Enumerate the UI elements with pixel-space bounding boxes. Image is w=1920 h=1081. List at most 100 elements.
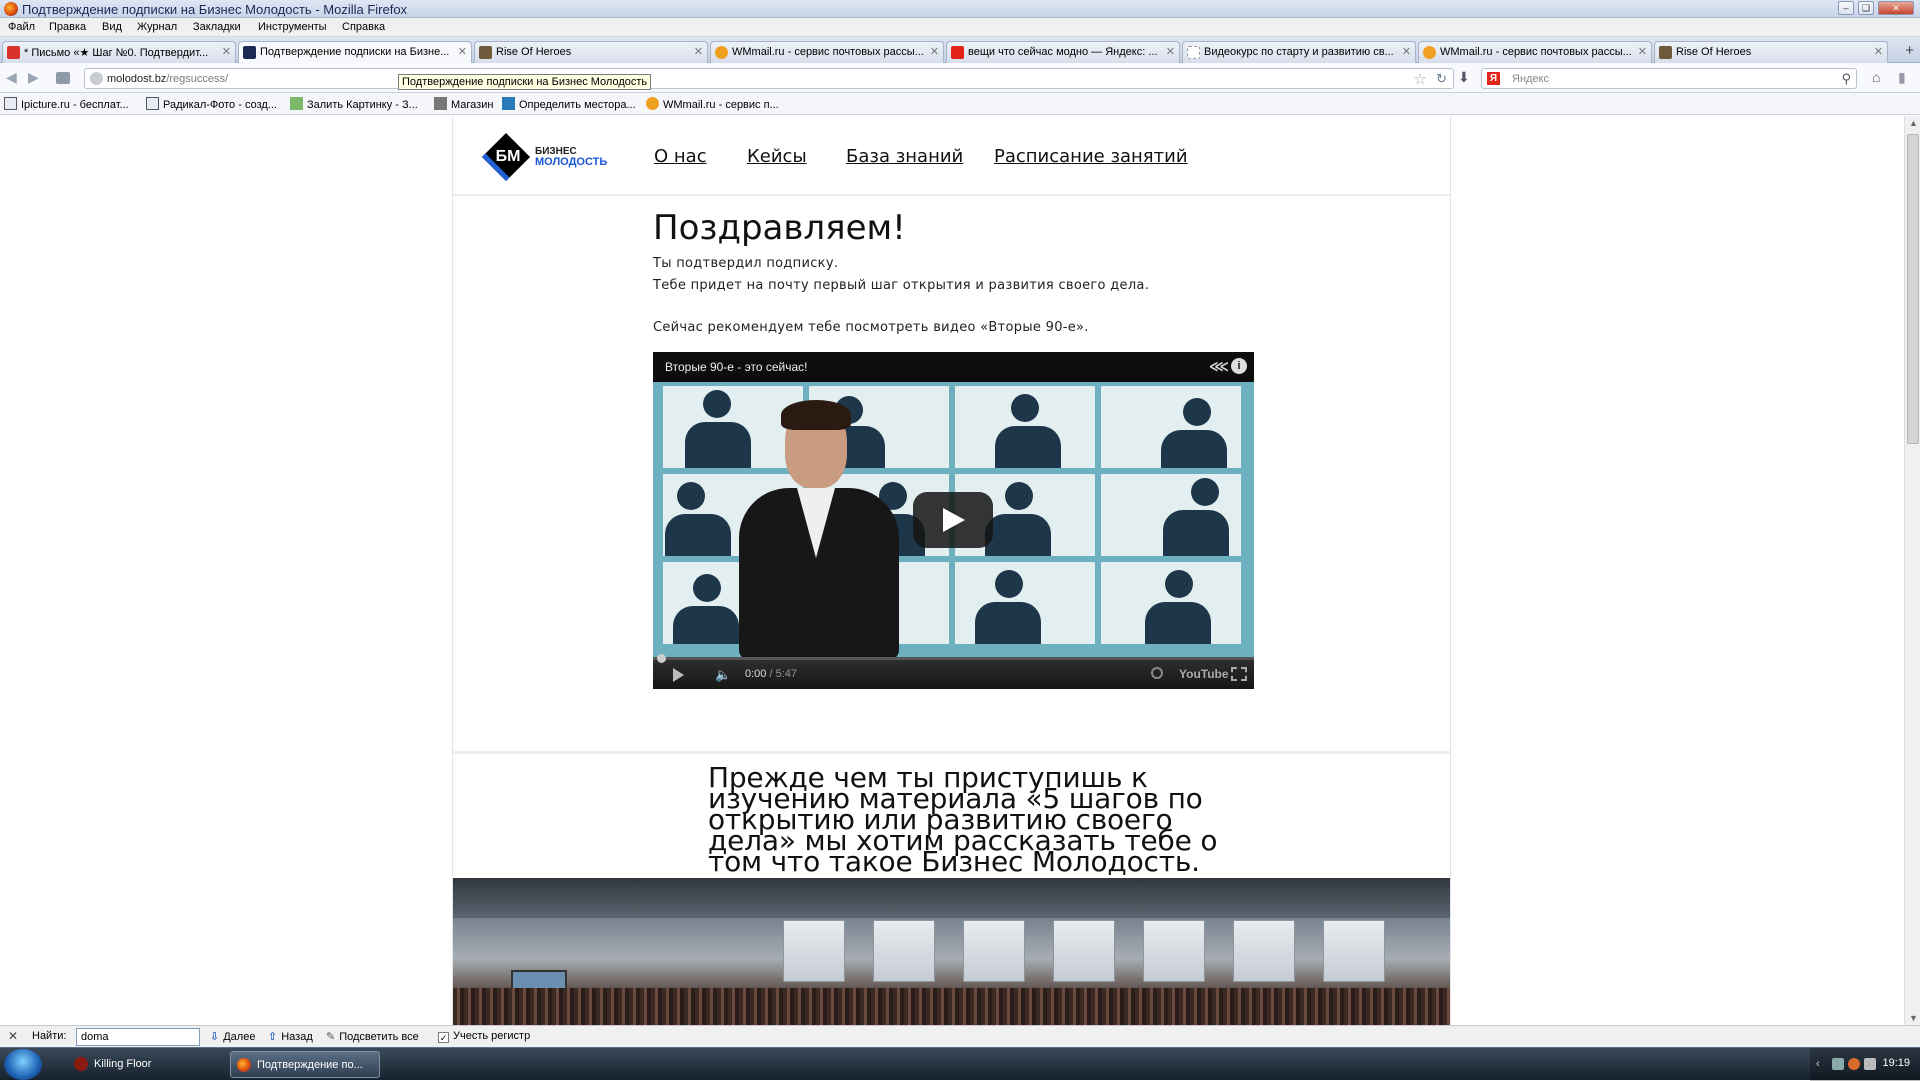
menu-view[interactable]: Вид xyxy=(102,21,122,33)
promo-text: Прежде чем ты приступишь к изучению мате… xyxy=(708,761,1218,878)
search-magnifier-icon[interactable]: ⚲ xyxy=(1841,71,1851,87)
confirm-text: Ты подтвердил подписку. xyxy=(653,256,839,271)
site-logo[interactable]: БМ БИЗНЕС МОЛОДОСТЬ xyxy=(481,132,633,186)
panorama-icon[interactable] xyxy=(56,72,70,84)
taskbar-killing-floor[interactable]: Killing Floor xyxy=(68,1051,228,1078)
search-bar[interactable]: Я Яндекс ⚲ xyxy=(1481,68,1857,89)
tab-close-icon[interactable]: ✕ xyxy=(1166,45,1175,58)
yandex-engine-icon[interactable]: Я xyxy=(1487,72,1500,85)
close-icon[interactable]: ✕ xyxy=(1878,1,1914,15)
bookmark-star-icon[interactable]: ☆ xyxy=(1414,70,1427,88)
silhouette-tile xyxy=(1101,386,1241,468)
find-input[interactable] xyxy=(76,1028,200,1046)
search-input[interactable]: Яндекс xyxy=(1512,73,1549,85)
nav-schedule[interactable]: Расписание занятий xyxy=(994,146,1188,167)
youtube-logo[interactable]: YouTube xyxy=(1179,667,1229,681)
bookmark-ip[interactable]: Определить местора... xyxy=(502,97,636,111)
scroll-up-icon[interactable]: ▲ xyxy=(1909,118,1918,128)
nav-knowledge-base[interactable]: База знаний xyxy=(846,146,963,167)
url-text[interactable]: molodost.bz/regsuccess/ xyxy=(107,73,228,85)
nav-about[interactable]: О нас xyxy=(654,146,707,167)
tab-close-icon[interactable]: ✕ xyxy=(222,45,231,58)
task-label: Killing Floor xyxy=(94,1058,152,1070)
bookmark-wmmail[interactable]: WMmail.ru - сервис п... xyxy=(646,97,779,111)
tab-close-icon[interactable]: ✕ xyxy=(930,45,939,58)
highlight-all-button[interactable]: ✎ Подсветить все xyxy=(326,1030,419,1043)
new-tab-icon[interactable]: + xyxy=(1905,42,1914,59)
menu-bookmarks[interactable]: Закладки xyxy=(193,21,241,33)
url-bar[interactable]: molodost.bz/regsuccess/ ☆ ↻ xyxy=(84,68,1454,89)
tab-rise-of-heroes-2[interactable]: Rise Of Heroes ✕ xyxy=(1654,41,1888,63)
bookmark-zalit[interactable]: Залить Картинку - З... xyxy=(290,97,418,111)
wmmail-icon xyxy=(1423,46,1436,59)
fullscreen-icon[interactable] xyxy=(1231,667,1247,681)
network-icon[interactable] xyxy=(1832,1058,1844,1070)
vertical-scrollbar[interactable]: ▲ ▼ xyxy=(1904,116,1920,1025)
progress-scrubber[interactable] xyxy=(657,654,666,663)
nav-cases[interactable]: Кейсы xyxy=(747,146,807,167)
menu-edit[interactable]: Правка xyxy=(49,21,86,33)
tray-app-icon[interactable] xyxy=(1848,1058,1860,1070)
tab-mail[interactable]: * Письмо «★ Шаг №0. Подтвердит... ✕ xyxy=(2,41,236,63)
control-play-icon[interactable] xyxy=(673,668,684,682)
bookmark-label: Определить местора... xyxy=(519,99,636,111)
site-identity-icon[interactable] xyxy=(90,72,103,85)
tab-rise-of-heroes[interactable]: Rise Of Heroes ✕ xyxy=(474,41,708,63)
play-icon xyxy=(943,508,965,532)
silhouette-tile xyxy=(955,386,1095,468)
tray-expand-icon[interactable]: ‹ xyxy=(1816,1058,1828,1070)
share-icon[interactable]: ⋘ xyxy=(1209,358,1229,374)
start-button[interactable] xyxy=(4,1049,42,1080)
play-button[interactable] xyxy=(913,492,993,548)
checkbox-icon: ✓ xyxy=(438,1032,449,1043)
menu-help[interactable]: Справка xyxy=(342,21,385,33)
match-case-checkbox[interactable]: ✓ Учесть регистр xyxy=(438,1030,530,1043)
tab-close-icon[interactable]: ✕ xyxy=(1874,45,1883,58)
maximize-icon[interactable]: ❑ xyxy=(1858,1,1874,15)
reload-icon[interactable]: ↻ xyxy=(1436,71,1447,87)
tab-close-icon[interactable]: ✕ xyxy=(458,45,467,58)
volume-icon[interactable]: 🔈 xyxy=(715,667,731,683)
video-progress-bar[interactable] xyxy=(653,657,1254,660)
tab-yandex[interactable]: вещи что сейчас модно — Яндекс: ... ✕ xyxy=(946,41,1180,63)
video-title[interactable]: Вторые 90-е - это сейчас! xyxy=(665,360,808,374)
menu-file[interactable]: Файл xyxy=(8,21,35,33)
find-next-button[interactable]: ⇩ Далее xyxy=(210,1030,255,1043)
tab-bm-confirm[interactable]: Подтверждение подписки на Бизне... ✕ xyxy=(238,41,472,64)
watch-later-icon[interactable] xyxy=(1151,667,1163,679)
tab-wmmail[interactable]: WMmail.ru - сервис почтовых рассы... ✕ xyxy=(710,41,944,63)
tab-close-icon[interactable]: ✕ xyxy=(1638,45,1647,58)
minimize-icon[interactable]: – xyxy=(1838,1,1854,15)
tab-tooltip: Подтверждение подписки на Бизнес Молодос… xyxy=(398,74,652,90)
first-step-text: Тебе придет на почту первый шаг открытия… xyxy=(653,278,1150,293)
forward-arrow-icon[interactable]: ▶ xyxy=(28,69,39,86)
bookmark-ipicture[interactable]: Ipicture.ru - бесплат... xyxy=(4,97,129,111)
scroll-down-icon[interactable]: ▼ xyxy=(1909,1013,1918,1023)
find-close-icon[interactable]: ✕ xyxy=(8,1029,18,1043)
menu-bar: Файл Правка Вид Журнал Закладки Инструме… xyxy=(0,18,1920,37)
tab-videocourse[interactable]: Видеокурс по старту и развитию св... ✕ xyxy=(1182,41,1416,63)
yandex-icon xyxy=(951,46,964,59)
url-path: /regsuccess/ xyxy=(166,73,229,85)
tab-close-icon[interactable]: ✕ xyxy=(1402,45,1411,58)
info-icon[interactable]: i xyxy=(1231,358,1247,374)
back-arrow-icon[interactable]: ◀ xyxy=(6,69,17,86)
menu-history[interactable]: Журнал xyxy=(137,21,177,33)
bookmark-radikal[interactable]: Радикал-Фото - созд... xyxy=(146,97,277,111)
find-prev-button[interactable]: ⇧ Назад xyxy=(268,1030,313,1043)
tab-label: вещи что сейчас модно — Яндекс: ... xyxy=(968,46,1158,58)
killing-floor-icon xyxy=(74,1057,88,1071)
tab-close-icon[interactable]: ✕ xyxy=(694,45,703,58)
home-icon[interactable]: ⌂ xyxy=(1872,69,1880,85)
volume-tray-icon[interactable] xyxy=(1864,1058,1876,1070)
signal-bars-icon[interactable]: ▮ xyxy=(1898,69,1906,86)
bookmark-shop[interactable]: Магазин xyxy=(434,97,493,111)
scrollbar-thumb[interactable] xyxy=(1907,134,1919,444)
menu-tools[interactable]: Инструменты xyxy=(258,21,327,33)
logo-word-youth: МОЛОДОСТЬ xyxy=(535,156,608,168)
taskbar-clock[interactable]: 19:19 xyxy=(1882,1057,1910,1069)
download-arrow-icon[interactable]: ⬇ xyxy=(1458,69,1470,86)
youtube-video-player[interactable]: Вторые 90-е - это сейчас! ⋘ i 🔈 0:00 / 5… xyxy=(653,352,1254,689)
taskbar-firefox[interactable]: Подтверждение по... xyxy=(230,1051,380,1078)
tab-wmmail-2[interactable]: WMmail.ru - сервис почтовых рассы... ✕ xyxy=(1418,41,1652,63)
